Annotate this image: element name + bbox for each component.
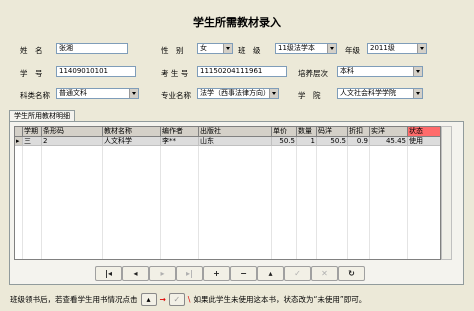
help-text-1: 班级领书后，若查看学生用书情况点击	[10, 295, 138, 304]
help-text-2: 如果此学生未使用这本书，状态改为“未使用”即可。	[193, 295, 367, 304]
col-header-status[interactable]: 状态	[408, 127, 440, 137]
grade-select[interactable]: 2011级	[367, 43, 427, 54]
cell-qty[interactable]: 1	[297, 137, 317, 146]
chevron-down-icon[interactable]	[413, 89, 422, 98]
grade-label: 年级	[345, 46, 360, 55]
col-header-price[interactable]: 单价	[272, 127, 297, 137]
school-label: 学 院	[298, 91, 321, 100]
last-record-icon[interactable]: ▸|	[176, 266, 203, 281]
chevron-down-icon[interactable]	[417, 44, 426, 53]
chevron-down-icon[interactable]	[327, 44, 336, 53]
col-header-list-total[interactable]: 码洋	[317, 127, 348, 137]
checkmark-icon: ✓	[173, 295, 181, 304]
school-value: 人文社会科学学院	[340, 89, 396, 97]
row-indicator-icon[interactable]: ▸	[15, 137, 23, 146]
class-label: 班 级	[238, 46, 261, 55]
post-button[interactable]: ✓	[168, 293, 185, 306]
grade-value: 2011级	[370, 44, 395, 52]
major-select[interactable]: 法学（西事法律方向）	[197, 88, 279, 99]
cell-author[interactable]: 李**	[161, 137, 199, 146]
student-id-field[interactable]: 11409010101	[56, 66, 136, 77]
category-select[interactable]: 普通文科	[56, 88, 139, 99]
next-record-icon[interactable]: ▸	[149, 266, 176, 281]
gender-label: 性 别	[161, 46, 184, 55]
col-header-barcode[interactable]: 条形码	[42, 127, 103, 137]
name-field[interactable]: 张湘	[56, 43, 128, 54]
edit-record-icon[interactable]: ▴	[257, 266, 284, 281]
arrow-icon: →	[159, 295, 166, 304]
gender-select[interactable]: 女	[197, 43, 233, 54]
category-value: 普通文科	[59, 89, 87, 97]
col-header-publisher[interactable]: 出版社	[199, 127, 272, 137]
col-header-author[interactable]: 编作者	[161, 127, 199, 137]
refresh-icon[interactable]: ↻	[338, 266, 365, 281]
delete-record-icon[interactable]: −	[230, 266, 257, 281]
help-note: 班级领书后，若查看学生用书情况点击 ▴ → ✓ \ 如果此学生未使用这本书，状态…	[10, 293, 366, 306]
pointer-icon: \	[187, 295, 191, 304]
page-title: 学生所需教材录入	[193, 16, 281, 29]
col-header-qty[interactable]: 数量	[297, 127, 317, 137]
exam-no-field[interactable]: 11150204111961	[197, 66, 287, 77]
view-usage-button[interactable]: ▴	[140, 293, 157, 306]
grid-corner	[15, 127, 23, 137]
cell-term[interactable]: 三	[23, 137, 42, 146]
first-record-icon[interactable]: |◂	[95, 266, 122, 281]
vertical-scrollbar[interactable]	[441, 126, 452, 260]
col-header-term[interactable]: 学期	[23, 127, 42, 137]
col-header-net[interactable]: 实洋	[370, 127, 408, 137]
chevron-down-icon[interactable]	[269, 89, 278, 98]
insert-record-icon[interactable]: +	[203, 266, 230, 281]
chevron-down-icon[interactable]	[413, 67, 422, 76]
col-header-title[interactable]: 教材名称	[103, 127, 161, 137]
chevron-down-icon[interactable]	[129, 89, 138, 98]
cell-title[interactable]: 人文科学	[103, 137, 161, 146]
caret-up-icon: ▴	[146, 295, 151, 304]
cell-status[interactable]: 使用	[408, 137, 440, 146]
col-header-discount[interactable]: 折扣	[348, 127, 370, 137]
cell-price[interactable]: 50.5	[272, 137, 297, 146]
level-select[interactable]: 本科	[337, 66, 423, 77]
class-value: 11级法学本	[278, 44, 315, 52]
gender-value: 女	[200, 44, 207, 52]
cell-discount[interactable]: 0.9	[348, 137, 370, 146]
cell-publisher[interactable]: 山东	[199, 137, 272, 146]
exam-no-label: 考 生 号	[161, 69, 189, 78]
cell-barcode[interactable]: 2	[42, 137, 103, 146]
post-edit-icon[interactable]: ✓	[284, 266, 311, 281]
prev-record-icon[interactable]: ◂	[122, 266, 149, 281]
cell-list-total[interactable]: 50.5	[317, 137, 348, 146]
cell-net[interactable]: 45.45	[370, 137, 408, 146]
level-label: 培养层次	[298, 69, 328, 78]
level-value: 本科	[340, 67, 354, 75]
class-select[interactable]: 11级法学本	[275, 43, 337, 54]
student-id-label: 学 号	[20, 69, 43, 78]
textbook-grid[interactable]: 学期 条形码 教材名称 编作者 出版社 单价 数量 码洋 折扣 实洋 状态 ▸ …	[14, 126, 441, 260]
name-label: 姓 名	[20, 46, 43, 55]
record-navigator: |◂ ◂ ▸ ▸| + − ▴ ✓ ✕ ↻	[95, 266, 365, 281]
school-select[interactable]: 人文社会科学学院	[337, 88, 423, 99]
major-value: 法学（西事法律方向）	[200, 89, 270, 97]
chevron-down-icon[interactable]	[223, 44, 232, 53]
cancel-edit-icon[interactable]: ✕	[311, 266, 338, 281]
major-label: 专业名称	[161, 91, 191, 100]
category-label: 科类名称	[20, 91, 50, 100]
